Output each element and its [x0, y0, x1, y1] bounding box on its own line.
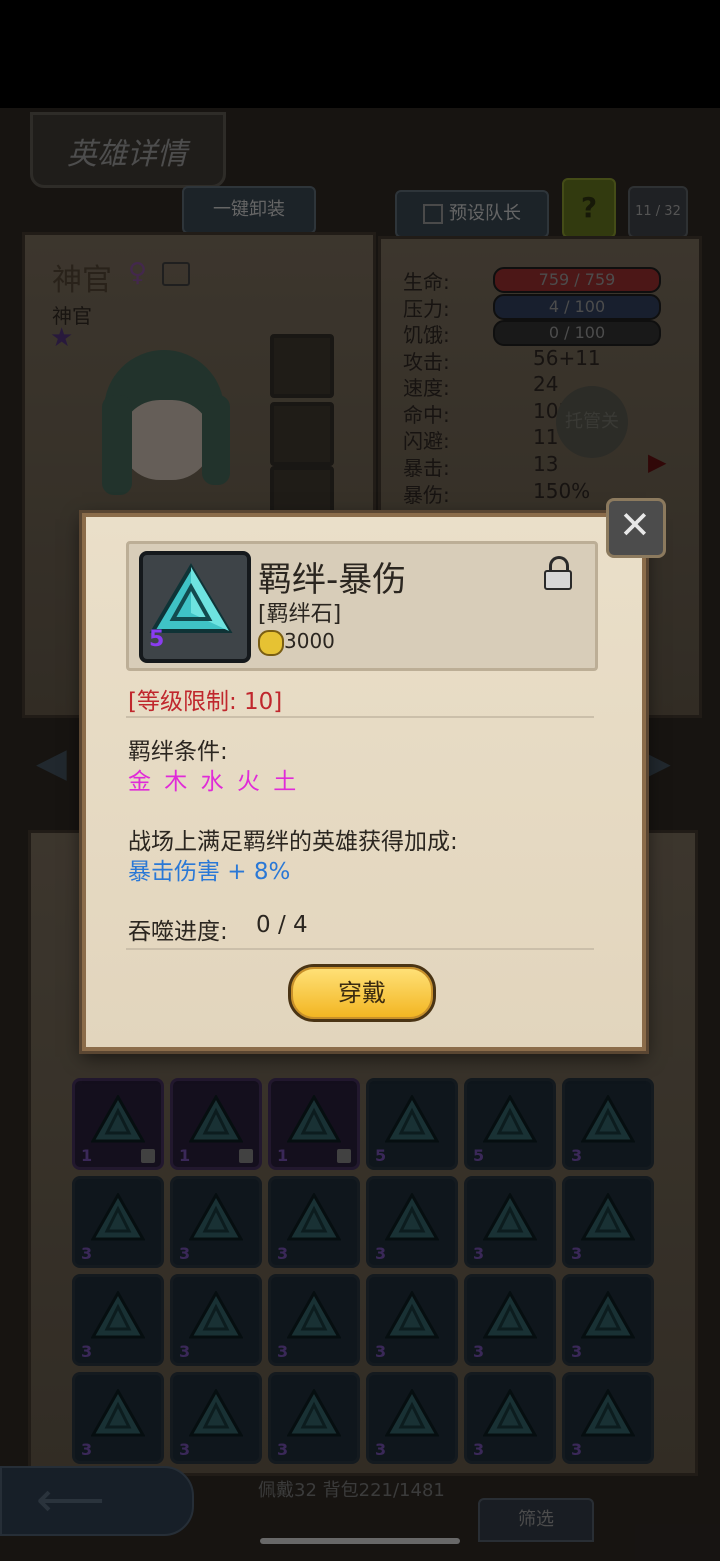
effect-label: 战场上满足羁绊的英雄获得加成: [128, 829, 458, 855]
item-type: [羁绊石] [258, 602, 342, 627]
close-button[interactable]: ✕ [606, 498, 666, 558]
item-name: 羁绊-暴伤 [258, 560, 407, 600]
gold-coin-icon [258, 630, 284, 656]
item-icon-frame: 5 [139, 551, 251, 663]
bond-condition-label: 羁绊条件: [128, 739, 228, 765]
divider-2 [126, 948, 594, 950]
bond-elements: 金 木 水 火 土 [128, 769, 300, 795]
close-icon: ✕ [619, 503, 651, 547]
divider-1 [126, 716, 594, 718]
devour-progress-label: 吞噬进度: [128, 919, 228, 945]
effect-value: 暴击伤害 + 8% [128, 859, 291, 885]
lock-icon[interactable] [544, 556, 572, 590]
item-price: 3000 [284, 629, 335, 653]
item-level-badge: 5 [149, 627, 165, 652]
devour-progress-value: 0 / 4 [256, 912, 308, 938]
equip-button[interactable]: 穿戴 [288, 964, 436, 1022]
level-limit: [等级限制: 10] [128, 689, 283, 715]
